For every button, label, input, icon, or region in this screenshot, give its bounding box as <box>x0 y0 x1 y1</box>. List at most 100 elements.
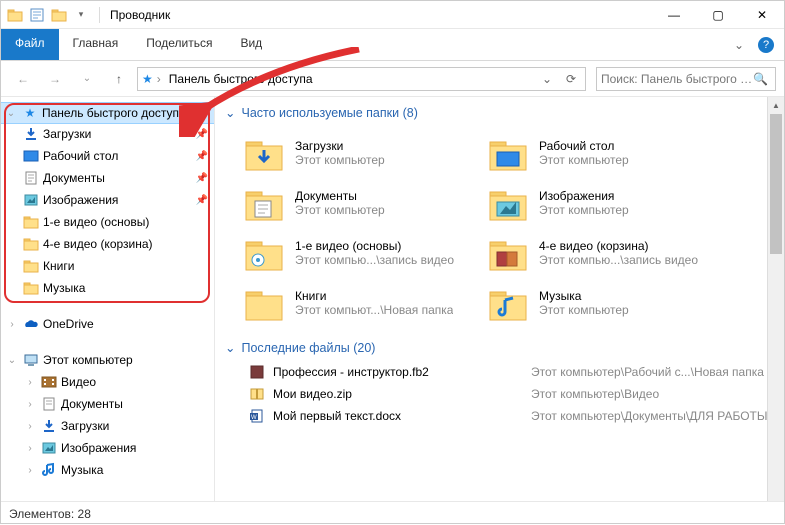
folder-item[interactable]: 4-е видео (корзина)Этот компью...\запись… <box>487 232 717 274</box>
fb2-file-icon <box>249 364 265 380</box>
tree-onedrive[interactable]: › OneDrive <box>1 313 214 335</box>
vertical-scrollbar[interactable]: ▲ <box>767 97 784 501</box>
file-row[interactable]: Профессия - инструктор.fb2 Этот компьюте… <box>249 361 784 383</box>
tree-label: Этот компьютер <box>43 353 214 367</box>
folder-path: Этот компьютер <box>539 153 629 167</box>
tree-item-pictures[interactable]: Изображения 📌 <box>1 189 214 211</box>
pictures-icon <box>41 440 57 456</box>
file-row[interactable]: W Мой первый текст.docx Этот компьютер\Д… <box>249 405 784 427</box>
folder-item[interactable]: Рабочий столЭтот компьютер <box>487 132 717 174</box>
file-name: Профессия - инструктор.fb2 <box>273 365 523 379</box>
file-name: Мой первый текст.docx <box>273 409 523 423</box>
tree-item-desktop[interactable]: Рабочий стол 📌 <box>1 145 214 167</box>
desktop-icon <box>23 148 39 164</box>
new-folder-icon[interactable] <box>51 7 67 23</box>
qat-dropdown-icon[interactable]: ▾ <box>73 7 89 23</box>
help-icon[interactable]: ? <box>758 37 774 53</box>
tree-item-video1[interactable]: 1-е видео (основы) <box>1 211 214 233</box>
breadcrumb-dropdown-icon[interactable]: ⌄ <box>537 72 557 86</box>
chevron-right-icon[interactable]: › <box>23 465 37 476</box>
svg-text:W: W <box>251 415 257 421</box>
pin-icon: 📌 <box>196 195 208 206</box>
tree-item-music-pc[interactable]: › Музыка <box>1 459 214 481</box>
folder-name: 1-е видео (основы) <box>295 239 454 253</box>
folder-path: Этот компьют...\Новая папка <box>295 303 453 317</box>
tree-item-downloads[interactable]: Загрузки 📌 <box>1 123 214 145</box>
tree-this-pc[interactable]: ⌄ Этот компьютер <box>1 349 214 371</box>
tree-label: Видео <box>61 375 214 389</box>
tab-file[interactable]: Файл <box>1 29 59 60</box>
onedrive-icon <box>23 316 39 332</box>
breadcrumb-text[interactable]: Панель быстрого доступа <box>165 72 533 86</box>
folder-item[interactable]: ДокументыЭтот компьютер <box>243 182 473 224</box>
minimize-button[interactable]: — <box>652 1 696 29</box>
folder-name: Изображения <box>539 189 629 203</box>
expand-ribbon-icon[interactable]: ⌄ <box>734 38 744 52</box>
folder-icon <box>487 232 529 274</box>
tree-item-books[interactable]: Книги <box>1 255 214 277</box>
tree-item-music[interactable]: Музыка <box>1 277 214 299</box>
tab-share[interactable]: Поделиться <box>132 29 226 60</box>
maximize-button[interactable]: ▢ <box>696 1 740 29</box>
folder-item[interactable]: 1-е видео (основы)Этот компью...\запись … <box>243 232 473 274</box>
search-input[interactable]: Поиск: Панель быстрого до... 🔍 <box>596 67 776 91</box>
docx-file-icon: W <box>249 408 265 424</box>
folder-item[interactable]: ЗагрузкиЭтот компьютер <box>243 132 473 174</box>
chevron-right-icon[interactable]: › <box>23 443 37 454</box>
back-button[interactable]: ← <box>9 65 37 93</box>
scroll-thumb[interactable] <box>770 114 782 254</box>
close-button[interactable]: ✕ <box>740 1 784 29</box>
chevron-right-icon[interactable]: › <box>23 399 37 410</box>
chevron-right-icon[interactable]: › <box>5 319 19 330</box>
downloads-folder-icon <box>243 132 285 174</box>
folder-icon <box>7 7 23 23</box>
folder-name: Книги <box>295 289 453 303</box>
tree-label: Изображения <box>43 193 192 207</box>
tree-label: Музыка <box>61 463 214 477</box>
section-recent-files[interactable]: ⌄ Последние файлы (20) <box>225 340 784 359</box>
tree-item-documents-pc[interactable]: › Документы <box>1 393 214 415</box>
breadcrumb[interactable]: ★ › Панель быстрого доступа ⌄ ⟳ <box>137 67 586 91</box>
search-icon: 🔍 <box>753 72 768 86</box>
folder-item[interactable]: ИзображенияЭтот компьютер <box>487 182 717 224</box>
chevron-down-icon[interactable]: ⌄ <box>4 108 18 119</box>
breadcrumb-separator: › <box>157 72 161 86</box>
quick-access-star-icon: ★ <box>22 105 38 121</box>
forward-button[interactable]: → <box>41 65 69 93</box>
tree-label: Документы <box>61 397 214 411</box>
tab-home[interactable]: Главная <box>59 29 133 60</box>
properties-icon[interactable] <box>29 7 45 23</box>
tree-label: 1-е видео (основы) <box>43 215 214 229</box>
file-row[interactable]: Мои видео.zip Этот компьютер\Видео <box>249 383 784 405</box>
section-frequent-folders[interactable]: ⌄ Часто используемые папки (8) <box>225 105 784 124</box>
zip-file-icon <box>249 386 265 402</box>
scroll-up-icon[interactable]: ▲ <box>768 97 784 114</box>
up-button[interactable]: ↑ <box>105 65 133 93</box>
pictures-folder-icon <box>487 182 529 224</box>
tree-label: Панель быстрого доступа <box>42 106 214 120</box>
tree-label: Рабочий стол <box>43 149 192 163</box>
tree-quick-access[interactable]: ⌄ ★ Панель быстрого доступа <box>1 102 215 124</box>
tree-item-video4[interactable]: 4-е видео (корзина) <box>1 233 214 255</box>
chevron-right-icon[interactable]: › <box>23 377 37 388</box>
folder-item[interactable]: МузыкаЭтот компьютер <box>487 282 717 324</box>
status-bar: Элементов: 28 <box>1 501 784 525</box>
content-pane: ⌄ Часто используемые папки (8) ЗагрузкиЭ… <box>215 97 784 501</box>
navigation-pane: ⌄ ★ Панель быстрого доступа Загрузки 📌 Р… <box>1 97 215 501</box>
tree-item-pictures-pc[interactable]: › Изображения <box>1 437 214 459</box>
recent-dropdown[interactable]: ⌄ <box>73 65 101 93</box>
tree-item-videos[interactable]: › Видео <box>1 371 214 393</box>
tree-item-documents[interactable]: Документы 📌 <box>1 167 214 189</box>
tree-item-downloads-pc[interactable]: › Загрузки <box>1 415 214 437</box>
tab-view[interactable]: Вид <box>226 29 276 60</box>
tree-label: Загрузки <box>61 419 214 433</box>
refresh-icon[interactable]: ⟳ <box>561 72 581 86</box>
documents-icon <box>41 396 57 412</box>
pin-icon: 📌 <box>196 151 208 162</box>
folder-item[interactable]: КнигиЭтот компьют...\Новая папка <box>243 282 473 324</box>
this-pc-icon <box>23 352 39 368</box>
chevron-down-icon[interactable]: ⌄ <box>5 355 19 366</box>
chevron-right-icon[interactable]: › <box>23 421 37 432</box>
folder-path: Этот компью...\запись видео <box>295 253 454 267</box>
chevron-down-icon: ⌄ <box>225 105 235 120</box>
